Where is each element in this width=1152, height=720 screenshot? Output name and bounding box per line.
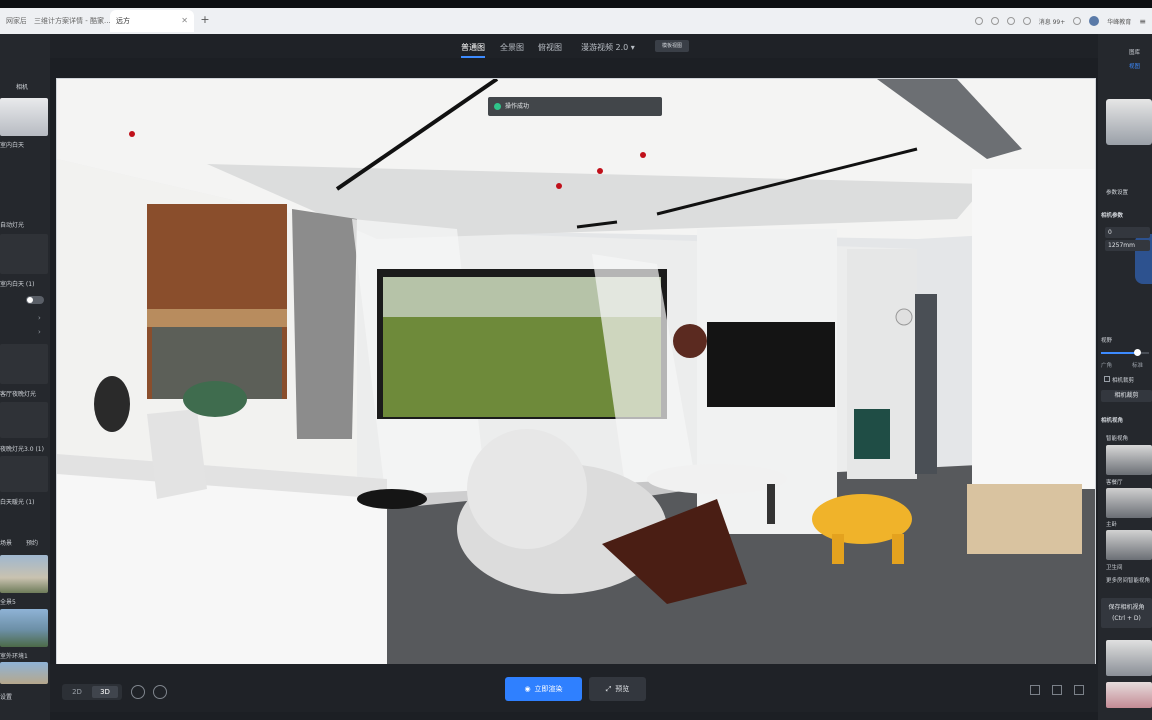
chevron-right-icon[interactable]: › — [38, 314, 41, 322]
close-icon[interactable]: ✕ — [97, 10, 104, 32]
sidebar-item-label[interactable]: 夜晚灯光3.0 (1) — [0, 444, 44, 453]
toast-text: 操作成功 — [505, 103, 530, 110]
expand-icon: ⤢ — [605, 685, 612, 693]
close-icon[interactable]: ✕ — [181, 10, 188, 32]
palette-icon[interactable] — [153, 685, 167, 699]
browser-tab-2[interactable]: 三维计方案详情 - 酷家... ✕ — [28, 10, 110, 32]
left-sidebar: 相机 室内白天 自动灯光 室内白天 (1) › › 客厅夜晚灯光 夜晚灯光3.0… — [0, 34, 50, 720]
view-label[interactable]: 客餐厅 — [1106, 478, 1123, 486]
angle-input[interactable]: 0 — [1105, 227, 1150, 238]
sidebar-item-label[interactable]: 自动灯光 — [0, 220, 24, 229]
notices-label[interactable]: 消息 99+ — [1039, 17, 1066, 26]
view-thumbnail[interactable] — [1106, 445, 1152, 475]
sidebar-item-label[interactable]: 客厅夜晚灯光 — [0, 389, 36, 398]
preview-button[interactable]: ⤢ 预览 — [589, 677, 646, 701]
params-title: 参数设置 — [1106, 190, 1129, 196]
thumbnail-label[interactable]: 设置 — [0, 692, 12, 701]
saved-view-thumbnail[interactable] — [1106, 682, 1152, 708]
render-label: 立即渲染 — [534, 685, 563, 693]
sidebar-title: 相机 — [16, 84, 29, 91]
new-tab-button[interactable]: + — [198, 12, 212, 28]
thumbnail-label[interactable]: 全景5 — [0, 597, 16, 606]
smart-view-title: 智能视角 — [1106, 436, 1129, 442]
layout-icon[interactable] — [1030, 685, 1040, 695]
scene-thumbnail[interactable] — [0, 98, 48, 136]
sidebar-item-label[interactable]: 室内白天 (1) — [0, 279, 34, 288]
more-views-link[interactable]: 更多房间智能视角 — [1106, 576, 1150, 584]
focal-length-input[interactable]: 1257mm — [1105, 240, 1150, 251]
extension-icon[interactable] — [1006, 17, 1015, 25]
mode-2d-button[interactable]: 2D — [64, 686, 90, 698]
camera-icon: ◉ — [524, 685, 531, 693]
fullscreen-icon[interactable] — [1074, 685, 1084, 695]
search-icon[interactable] — [1022, 17, 1031, 25]
preview-label: 预览 — [615, 685, 630, 693]
environment-thumbnail[interactable] — [0, 609, 48, 647]
tab-view[interactable]: 视图 — [1129, 62, 1140, 70]
camera-view-title: 相机视角 — [1101, 418, 1124, 424]
camera-preview-thumbnail[interactable] — [1106, 99, 1152, 145]
thumbnail-label[interactable]: 室外环境1 — [0, 651, 28, 660]
tab-normal-view[interactable]: 普通图 — [461, 42, 485, 58]
save-camera-view-button[interactable]: 保存相机视角 (Ctrl + D) — [1101, 598, 1152, 628]
tab-label: 远方 — [116, 17, 130, 25]
room-render — [57, 79, 1095, 664]
camera-clip-checkbox[interactable] — [1104, 376, 1110, 382]
user-label[interactable]: 华峰教育 — [1107, 17, 1131, 26]
eye-icon[interactable] — [131, 685, 145, 699]
environment-thumbnail[interactable] — [0, 662, 48, 684]
fov-slider-handle[interactable] — [1134, 349, 1141, 356]
compare-icon[interactable] — [1052, 685, 1062, 695]
fov-slider[interactable] — [1101, 352, 1149, 354]
lighting-thumbnail[interactable] — [0, 456, 48, 492]
render-viewport[interactable] — [56, 78, 1096, 665]
tab-roaming-video[interactable]: 漫游视频 2.0 ▾ — [581, 42, 635, 53]
success-toast: 操作成功 — [488, 97, 662, 116]
lighting-thumbnail[interactable] — [0, 234, 48, 274]
sidebar-item-label[interactable]: 室内白天 — [0, 140, 24, 149]
chevron-right-icon[interactable]: › — [38, 328, 41, 336]
camera-clip-button[interactable]: 相机裁剪 — [1101, 390, 1152, 402]
saved-view-thumbnail[interactable] — [1106, 640, 1152, 676]
check-circle-icon — [494, 103, 501, 110]
avatar[interactable] — [1089, 16, 1100, 26]
sidebar-tab[interactable]: 预约 — [26, 538, 38, 547]
dimension-toggle: 2D 3D — [62, 684, 122, 700]
template-view-button[interactable]: 模板视图 — [655, 40, 689, 52]
browser-tab-3[interactable]: 远方 ✕ — [110, 10, 194, 32]
browser-toolbar-right: 消息 99+ 华峰教育 ≡ — [974, 12, 1146, 30]
view-label[interactable]: 卫生间 — [1106, 563, 1123, 571]
extension-icon[interactable] — [990, 17, 999, 25]
light-toggle[interactable] — [26, 296, 44, 304]
extension-icon[interactable] — [974, 17, 983, 25]
view-thumbnail[interactable] — [1106, 530, 1152, 560]
sidebar-item-label[interactable]: 白天暖光 (1) — [0, 497, 34, 506]
camera-params-title: 相机参数 — [1101, 213, 1124, 219]
view-thumbnail[interactable] — [1106, 488, 1152, 518]
browser-tab-1[interactable]: 网家后台 — [0, 10, 26, 32]
lighting-thumbnail[interactable] — [0, 344, 48, 384]
environment-thumbnail[interactable] — [0, 555, 48, 593]
sidebar-tab[interactable]: 场景 — [0, 538, 12, 547]
mode-3d-button[interactable]: 3D — [92, 686, 118, 698]
view-label[interactable]: 主卧 — [1106, 520, 1117, 528]
fov-max-label: 标准 — [1132, 363, 1144, 369]
fov-min-label: 广角 — [1101, 363, 1113, 369]
fov-slider-fill — [1101, 352, 1137, 354]
lighting-thumbnail[interactable] — [0, 402, 48, 438]
tab-panorama[interactable]: 全景图 — [500, 42, 524, 53]
view-tab-bar: 普通图 全景图 俯视图 漫游视频 2.0 ▾ — [50, 34, 1098, 58]
tab-top-view[interactable]: 俯视图 — [538, 42, 562, 53]
more-icon[interactable]: ≡ — [1139, 17, 1146, 26]
tab-gallery[interactable]: 图库 — [1129, 48, 1140, 56]
render-now-button[interactable]: ◉ 立即渲染 — [505, 677, 582, 701]
fov-title: 视野 — [1101, 338, 1113, 344]
bell-icon[interactable] — [1073, 17, 1082, 25]
window-top-edge — [0, 0, 1152, 8]
tab-label: 网家后台 — [6, 17, 26, 25]
camera-clip-checkbox-label[interactable]: 相机裁剪 — [1112, 376, 1134, 384]
